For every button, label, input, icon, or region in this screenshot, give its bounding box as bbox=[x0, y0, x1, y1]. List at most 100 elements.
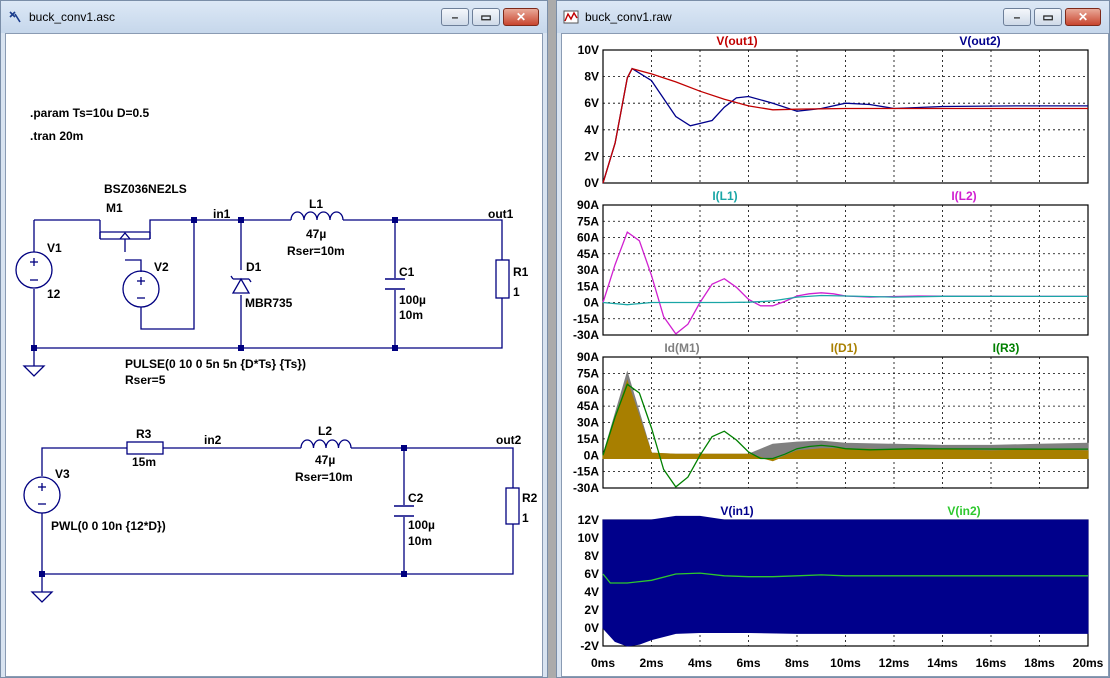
v1-value-label[interactable]: 12 bbox=[47, 287, 61, 301]
y-tick-label: 4V bbox=[584, 585, 599, 599]
waveform-titlebar[interactable]: buck_conv1.raw – ▭ ✕ bbox=[557, 1, 1109, 33]
x-tick-label: 12ms bbox=[879, 656, 910, 670]
c2-value-label[interactable]: 100µ bbox=[408, 518, 435, 532]
schematic-file-icon bbox=[9, 11, 21, 23]
close-button[interactable]: ✕ bbox=[503, 8, 539, 26]
r1-name-label[interactable]: R1 bbox=[513, 265, 529, 279]
y-tick-label: -30A bbox=[573, 328, 599, 342]
y-tick-label: 2V bbox=[584, 149, 599, 163]
r2-value-label[interactable]: 1 bbox=[522, 511, 529, 525]
v3-source-label[interactable]: PWL(0 0 10n {12*D}) bbox=[51, 519, 166, 533]
trace-label-i-l1[interactable]: I(L1) bbox=[712, 189, 737, 203]
schematic-window[interactable]: buck_conv1.asc – ▭ ✕ .param Ts=10u D=0.5… bbox=[0, 0, 548, 678]
schematic-drawing[interactable]: .param Ts=10u D=0.5 .tran 20m BSZ036NE2L… bbox=[6, 34, 543, 677]
schematic-window-title: buck_conv1.asc bbox=[29, 10, 116, 24]
net-label-out1[interactable]: out1 bbox=[488, 207, 514, 221]
y-tick-label: 45A bbox=[577, 399, 599, 413]
maximize-button[interactable]: ▭ bbox=[1034, 8, 1062, 26]
c1-capacitor-symbol[interactable] bbox=[385, 278, 405, 290]
c1-name-label[interactable]: C1 bbox=[399, 265, 415, 279]
c2-capacitor-symbol[interactable] bbox=[394, 505, 414, 517]
l1-value-label[interactable]: 47µ bbox=[306, 227, 326, 241]
y-tick-label: 60A bbox=[577, 231, 599, 245]
v3-name-label[interactable]: V3 bbox=[55, 467, 70, 481]
l1-name-label[interactable]: L1 bbox=[309, 197, 323, 211]
schematic-canvas[interactable]: .param Ts=10u D=0.5 .tran 20m BSZ036NE2L… bbox=[5, 33, 543, 677]
waveform-plot-area[interactable]: 10V 8V 6V 4V 2V 0V V(out1) V(out2) 90A 75A 60A 45A 3… bbox=[562, 34, 1109, 677]
trace-label-i-r3[interactable]: I(R3) bbox=[993, 341, 1020, 355]
y-tick-label: 60A bbox=[577, 383, 599, 397]
l2-inductor-symbol[interactable] bbox=[300, 439, 352, 449]
trace-label-i-d1[interactable]: I(D1) bbox=[831, 341, 858, 355]
v1-name-label[interactable]: V1 bbox=[47, 241, 62, 255]
y-tick-label: 15A bbox=[577, 432, 599, 446]
schematic-titlebar[interactable]: buck_conv1.asc – ▭ ✕ bbox=[1, 1, 547, 33]
waveform-window[interactable]: buck_conv1.raw – ▭ ✕ 10V 8V 6V 4V 2V 0V V(out1… bbox=[556, 0, 1110, 678]
r3-resistor-symbol[interactable] bbox=[126, 441, 164, 455]
d1-diode-symbol[interactable] bbox=[230, 275, 252, 294]
y-tick-label: 0V bbox=[584, 176, 599, 190]
y-tick-label: -15A bbox=[573, 465, 599, 479]
r1-value-label[interactable]: 1 bbox=[513, 285, 520, 299]
l2-rser-label[interactable]: Rser=10m bbox=[295, 470, 353, 484]
close-button[interactable]: ✕ bbox=[1065, 8, 1101, 26]
c1-esr-label[interactable]: 10m bbox=[399, 308, 423, 322]
r2-name-label[interactable]: R2 bbox=[522, 491, 538, 505]
waveform-canvas[interactable]: 10V 8V 6V 4V 2V 0V V(out1) V(out2) 90A 75A 60A 45A 3… bbox=[561, 33, 1109, 677]
ground-icon bbox=[30, 591, 54, 603]
y-tick-label: -30A bbox=[573, 481, 599, 495]
v3-symbol[interactable] bbox=[23, 476, 61, 514]
x-tick-label: 16ms bbox=[976, 656, 1007, 670]
m1-mosfet-symbol[interactable] bbox=[99, 231, 151, 240]
v2-name-label[interactable]: V2 bbox=[154, 260, 169, 274]
r2-resistor-symbol[interactable] bbox=[505, 487, 520, 525]
net-label-out2[interactable]: out2 bbox=[496, 433, 522, 447]
l2-value-label[interactable]: 47µ bbox=[315, 453, 335, 467]
x-tick-label: 6ms bbox=[736, 656, 760, 670]
trace-v-in1[interactable] bbox=[602, 515, 1089, 647]
maximize-button[interactable]: ▭ bbox=[472, 8, 500, 26]
param-directive[interactable]: .param Ts=10u D=0.5 bbox=[30, 106, 150, 120]
v2-source-label[interactable]: PULSE(0 10 0 5n 5n {D*Ts} {Ts}) bbox=[125, 357, 306, 371]
m1-model-label[interactable]: BSZ036NE2LS bbox=[104, 182, 187, 196]
c2-name-label[interactable]: C2 bbox=[408, 491, 424, 505]
m1-name-label[interactable]: M1 bbox=[106, 201, 123, 215]
r3-value-label[interactable]: 15m bbox=[132, 455, 156, 469]
l1-inductor-symbol[interactable] bbox=[290, 211, 344, 221]
l1-rser-label[interactable]: Rser=10m bbox=[287, 244, 345, 258]
x-tick-label: 2ms bbox=[639, 656, 663, 670]
y-tick-label: 6V bbox=[584, 567, 599, 581]
x-tick-label: 14ms bbox=[927, 656, 958, 670]
net-label-in2[interactable]: in2 bbox=[204, 433, 222, 447]
d1-name-label[interactable]: D1 bbox=[246, 260, 262, 274]
waveform-file-icon bbox=[563, 10, 579, 24]
y-tick-label: 90A bbox=[577, 350, 599, 364]
trace-label-id-m1[interactable]: Id(M1) bbox=[664, 341, 699, 355]
trace-label-i-l2[interactable]: I(L2) bbox=[951, 189, 976, 203]
minimize-button[interactable]: – bbox=[441, 8, 469, 26]
tran-directive[interactable]: .tran 20m bbox=[30, 129, 83, 143]
y-tick-label: 6V bbox=[584, 96, 599, 110]
l2-name-label[interactable]: L2 bbox=[318, 424, 332, 438]
trace-label-v-in1[interactable]: V(in1) bbox=[720, 504, 753, 518]
trace-label-v-in2[interactable]: V(in2) bbox=[947, 504, 980, 518]
y-tick-label: 8V bbox=[584, 549, 599, 563]
v2-rser-label[interactable]: Rser=5 bbox=[125, 373, 166, 387]
trace-label-v-out1[interactable]: V(out1) bbox=[716, 34, 757, 48]
minimize-button[interactable]: – bbox=[1003, 8, 1031, 26]
y-tick-label: 0V bbox=[584, 621, 599, 635]
y-tick-label: 0A bbox=[584, 448, 600, 462]
v2-symbol[interactable] bbox=[122, 270, 160, 308]
net-label-in1[interactable]: in1 bbox=[213, 207, 231, 221]
y-tick-label: 90A bbox=[577, 198, 599, 212]
trace-label-v-out2[interactable]: V(out2) bbox=[959, 34, 1000, 48]
y-tick-label: 45A bbox=[577, 247, 599, 261]
v1-symbol[interactable] bbox=[15, 251, 53, 289]
y-tick-label: 0A bbox=[584, 296, 600, 310]
d1-model-label[interactable]: MBR735 bbox=[245, 296, 293, 310]
y-tick-label: 2V bbox=[584, 603, 599, 617]
c1-value-label[interactable]: 100µ bbox=[399, 293, 426, 307]
c2-esr-label[interactable]: 10m bbox=[408, 534, 432, 548]
r1-resistor-symbol[interactable] bbox=[495, 259, 510, 299]
r3-name-label[interactable]: R3 bbox=[136, 427, 152, 441]
